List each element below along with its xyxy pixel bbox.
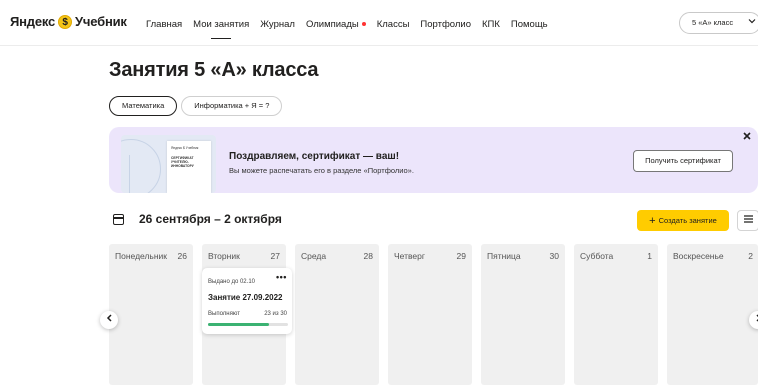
day-number: 27 — [270, 251, 280, 261]
lesson-due: Выдано до 02.10 — [208, 279, 255, 285]
close-icon[interactable] — [743, 131, 751, 143]
nav-item-home[interactable]: Главная — [146, 19, 182, 30]
coin-icon: $ — [58, 14, 73, 29]
day-column-wednesday: Среда 28 — [295, 244, 379, 385]
day-column-friday: Пятница 30 — [481, 244, 565, 385]
day-name: Понедельник — [115, 251, 168, 261]
chevron-down-icon — [748, 13, 756, 33]
nav-item-kpk[interactable]: КПК — [482, 19, 500, 30]
day-number: 1 — [647, 251, 652, 261]
progress-bar-fill — [208, 323, 270, 326]
day-name: Пятница — [487, 251, 521, 261]
nav-item-classes[interactable]: Классы — [377, 19, 410, 30]
logo-brand: Яндекс — [10, 14, 56, 29]
day-column-sunday: Воскресенье 2 — [667, 244, 758, 385]
nav-item-olympiads[interactable]: Олимпиады — [306, 19, 366, 30]
certificate-banner: Яндекс $ Учебник СЕРТИФИКАТ УЧИТЕЛЮ-ИННО… — [109, 127, 758, 193]
day-name: Суббота — [580, 251, 614, 261]
day-number: 2 — [748, 251, 753, 261]
page-title: Занятия 5 «А» класса — [109, 59, 319, 81]
class-select-value: 5 «А» класс — [692, 18, 734, 27]
day-name: Вторник — [208, 251, 240, 261]
top-bar: Яндекс $ Учебник Главная Мои занятия Жур… — [0, 0, 758, 46]
banner-subtitle: Вы можете распечатать его в разделе «Пор… — [229, 166, 414, 175]
certificate-image: Яндекс $ Учебник СЕРТИФИКАТ УЧИТЕЛЮ-ИННО… — [121, 135, 216, 193]
day-name: Четверг — [394, 251, 425, 261]
day-column-saturday: Суббота 1 — [574, 244, 658, 385]
create-lesson-label: Создать занятие — [658, 216, 717, 225]
lesson-title: Занятие 27.09.2022 — [208, 293, 283, 302]
nav-item-portfolio[interactable]: Портфолио — [420, 19, 471, 30]
progress-label: Выполняют — [208, 311, 240, 317]
class-select[interactable]: 5 «А» класс — [679, 12, 758, 34]
day-number: 26 — [177, 251, 187, 261]
day-number: 28 — [363, 251, 373, 261]
nav-item-my-lessons[interactable]: Мои занятия — [193, 19, 249, 39]
subject-chip-informatics[interactable]: Информатика + Я = ? — [181, 96, 283, 116]
main-nav: Главная Мои занятия Журнал Олимпиады Кла… — [146, 19, 559, 39]
day-number: 29 — [456, 251, 466, 261]
more-options-icon[interactable]: ••• — [276, 272, 287, 282]
lesson-card[interactable]: Выдано до 02.10 ••• Занятие 27.09.2022 В… — [202, 268, 292, 334]
progress-bar — [208, 323, 288, 326]
progress-count: 23 из 30 — [264, 311, 287, 317]
certificate-sheet: Яндекс $ Учебник СЕРТИФИКАТ УЧИТЕЛЮ-ИННО… — [167, 141, 211, 193]
certificate-heading: СЕРТИФИКАТ УЧИТЕЛЮ-ИННОВАТОРУ — [171, 156, 194, 168]
day-name: Среда — [301, 251, 327, 261]
day-column-thursday: Четверг 29 — [388, 244, 472, 385]
logo[interactable]: Яндекс $ Учебник — [10, 14, 127, 29]
day-name: Воскресенье — [673, 251, 724, 261]
nav-item-olympiads-label: Олимпиады — [305, 19, 359, 30]
logo-product: Учебник — [75, 14, 127, 29]
subject-chip-math[interactable]: Математика — [109, 96, 178, 116]
nav-item-journal[interactable]: Журнал — [260, 19, 295, 30]
banner-title: Поздравляем, сертификат — ваш! — [229, 151, 400, 162]
list-view-icon[interactable] — [737, 210, 758, 231]
week-range: 26 сентября – 2 октября — [139, 212, 282, 226]
get-certificate-button[interactable]: Получить сертификат — [633, 150, 733, 172]
plus-icon: + — [649, 215, 656, 227]
day-number: 30 — [549, 251, 559, 261]
create-lesson-button[interactable]: + Создать занятие — [637, 210, 729, 231]
decor-line — [129, 155, 159, 193]
prev-week-arrow-icon[interactable] — [100, 311, 118, 329]
subject-tabs: Математика Информатика + Я = ? — [109, 96, 283, 116]
notification-dot — [361, 22, 366, 27]
certificate-logo-text: Яндекс $ Учебник — [171, 146, 199, 150]
calendar-icon[interactable] — [113, 214, 124, 225]
day-column-monday: Понедельник 26 — [109, 244, 193, 385]
nav-item-help[interactable]: Помощь — [511, 19, 548, 30]
